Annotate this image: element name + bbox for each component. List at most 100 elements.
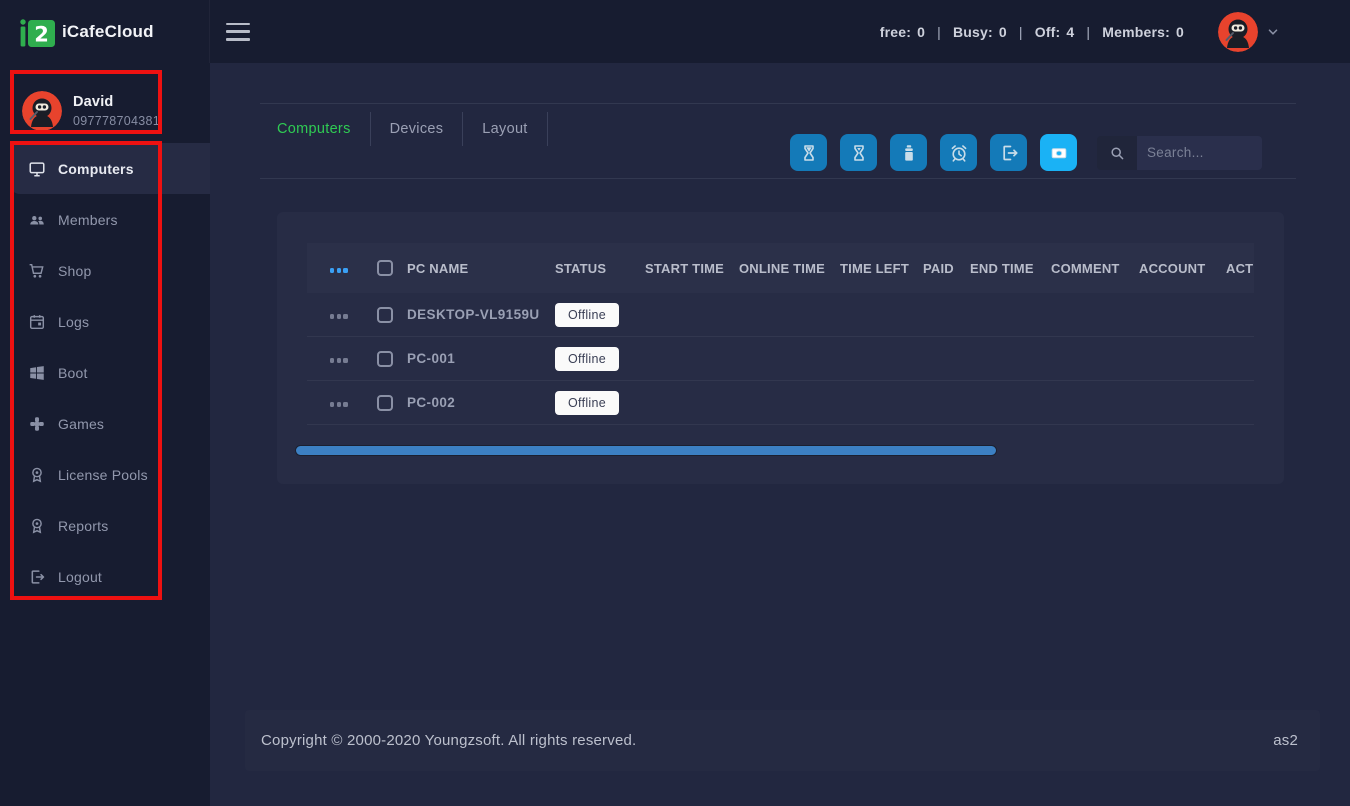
stat-off-label: Off:: [1035, 24, 1061, 40]
computers-table: PC NAME STATUS START TIME ONLINE TIME TI…: [307, 243, 1254, 425]
stat-off-value: 4: [1066, 24, 1074, 40]
column-header: COMMENT: [1041, 261, 1129, 276]
badge-icon: [28, 466, 46, 484]
row-actions-menu-icon[interactable]: [330, 402, 348, 406]
select-all-checkbox[interactable]: [377, 260, 393, 276]
column-header: START TIME: [635, 261, 729, 276]
topbar: 2 iCafeCloud free:0 | Busy:0 | Off:4 | M…: [0, 0, 1350, 63]
sidebar-item-logs[interactable]: Logs: [10, 296, 210, 347]
divider: [260, 178, 1296, 179]
sidebar-item-license-pools[interactable]: License Pools: [10, 449, 210, 500]
sidebar-item-games[interactable]: Games: [10, 398, 210, 449]
pc-name: DESKTOP-VL9159U: [407, 307, 540, 322]
stat-members-value: 0: [1176, 24, 1184, 40]
sidebar-item-label: Logout: [58, 569, 102, 585]
table-row: PC-001 Offline: [307, 337, 1254, 381]
app-window: 2 iCafeCloud free:0 | Busy:0 | Off:4 | M…: [0, 0, 1350, 806]
row-checkbox[interactable]: [377, 395, 393, 411]
badge-icon: [28, 517, 46, 535]
sidebar-item-label: Games: [58, 416, 104, 432]
user-avatar[interactable]: [1218, 12, 1258, 52]
stat-free-value: 0: [917, 24, 925, 40]
row-checkbox[interactable]: [377, 307, 393, 323]
cart-icon: [28, 262, 46, 280]
battery-button[interactable]: [890, 134, 927, 171]
status-badge: Offline: [555, 303, 619, 327]
sidebar-item-reports[interactable]: Reports: [10, 500, 210, 551]
stat-separator: |: [937, 24, 941, 40]
row-checkbox[interactable]: [377, 351, 393, 367]
sidebar-item-computers[interactable]: Computers: [10, 143, 210, 194]
tab-devices[interactable]: Devices: [390, 112, 464, 146]
row-actions-menu-icon[interactable]: [330, 314, 348, 318]
sidebar-item-boot[interactable]: Boot: [10, 347, 210, 398]
hourglass-top-button[interactable]: [790, 134, 827, 171]
people-icon: [28, 211, 46, 229]
hourglass-bottom-icon: [849, 143, 869, 163]
sidebar-item-label: Reports: [58, 518, 108, 534]
search-icon: [1097, 136, 1137, 170]
gamepad-icon: [28, 415, 46, 433]
stat-busy-value: 0: [999, 24, 1007, 40]
hamburger-menu-icon[interactable]: [226, 23, 250, 41]
status-badge: Offline: [555, 347, 619, 371]
version-label: as2: [1273, 732, 1298, 749]
money-button[interactable]: [1040, 134, 1077, 171]
tab-layout[interactable]: Layout: [482, 112, 547, 146]
sign-out-icon: [999, 143, 1019, 163]
alarm-clock-icon: [949, 143, 969, 163]
column-header: ONLINE TIME: [729, 261, 830, 276]
stat-busy-label: Busy:: [953, 24, 993, 40]
table-header-row: PC NAME STATUS START TIME ONLINE TIME TI…: [307, 243, 1254, 293]
sidebar-item-shop[interactable]: Shop: [10, 245, 210, 296]
column-header: PAID: [913, 261, 960, 276]
sidebar-item-label: Boot: [58, 365, 88, 381]
pc-name: PC-001: [407, 351, 455, 366]
tab-bar: Computers Devices Layout: [277, 112, 567, 146]
stat-separator: |: [1086, 24, 1090, 40]
brand-name: iCafeCloud: [62, 22, 154, 42]
footer: Copyright © 2000-2020 Youngzsoft. All ri…: [245, 710, 1320, 771]
calendar-icon: [28, 313, 46, 331]
bulk-actions-menu-icon[interactable]: [330, 268, 348, 272]
status-badge: Offline: [555, 391, 619, 415]
pc-status-summary: free:0 | Busy:0 | Off:4 | Members:0: [880, 24, 1184, 40]
brand-logo-icon: 2: [20, 17, 56, 47]
chevron-down-icon[interactable]: [1266, 25, 1280, 39]
monitor-icon: [28, 160, 46, 178]
hourglass-bottom-button[interactable]: [840, 134, 877, 171]
copyright-text: Copyright © 2000-2020 Youngzsoft. All ri…: [261, 732, 636, 749]
divider: [260, 103, 1296, 104]
sidebar-item-members[interactable]: Members: [10, 194, 210, 245]
money-icon: [1049, 143, 1069, 163]
table-row: PC-002 Offline: [307, 381, 1254, 425]
table-row: DESKTOP-VL9159U Offline: [307, 293, 1254, 337]
computers-table-card: PC NAME STATUS START TIME ONLINE TIME TI…: [277, 212, 1284, 484]
sidebar-item-label: Logs: [58, 314, 89, 330]
horizontal-scrollbar[interactable]: [295, 445, 997, 456]
column-header: PC NAME: [407, 261, 468, 276]
sidebar-user-card[interactable]: David 097778704381: [0, 63, 210, 140]
search-input[interactable]: [1137, 136, 1262, 170]
column-header: END TIME: [960, 261, 1041, 276]
logout-icon: [28, 568, 46, 586]
sign-out-button[interactable]: [990, 134, 1027, 171]
pc-name: PC-002: [407, 395, 455, 410]
column-header: TIME LEFT: [830, 261, 913, 276]
sidebar-item-label: Computers: [58, 161, 134, 177]
brand: 2 iCafeCloud: [0, 0, 210, 63]
sidebar-item-logout[interactable]: Logout: [10, 551, 210, 602]
sidebar-menu: Computers Members Shop Logs Boot Games: [0, 143, 210, 602]
toolbar: [790, 134, 1262, 171]
hourglass-top-icon: [799, 143, 819, 163]
row-actions-menu-icon[interactable]: [330, 358, 348, 362]
sidebar-user-avatar: [22, 91, 62, 131]
user-phone: 097778704381: [73, 114, 160, 128]
sidebar-item-label: Shop: [58, 263, 92, 279]
alarm-clock-button[interactable]: [940, 134, 977, 171]
topbar-right: free:0 | Busy:0 | Off:4 | Members:0: [880, 12, 1350, 52]
stat-separator: |: [1019, 24, 1023, 40]
column-header: ACTIONS: [1216, 261, 1254, 276]
tab-computers[interactable]: Computers: [277, 112, 371, 146]
sidebar-item-label: License Pools: [58, 467, 148, 483]
